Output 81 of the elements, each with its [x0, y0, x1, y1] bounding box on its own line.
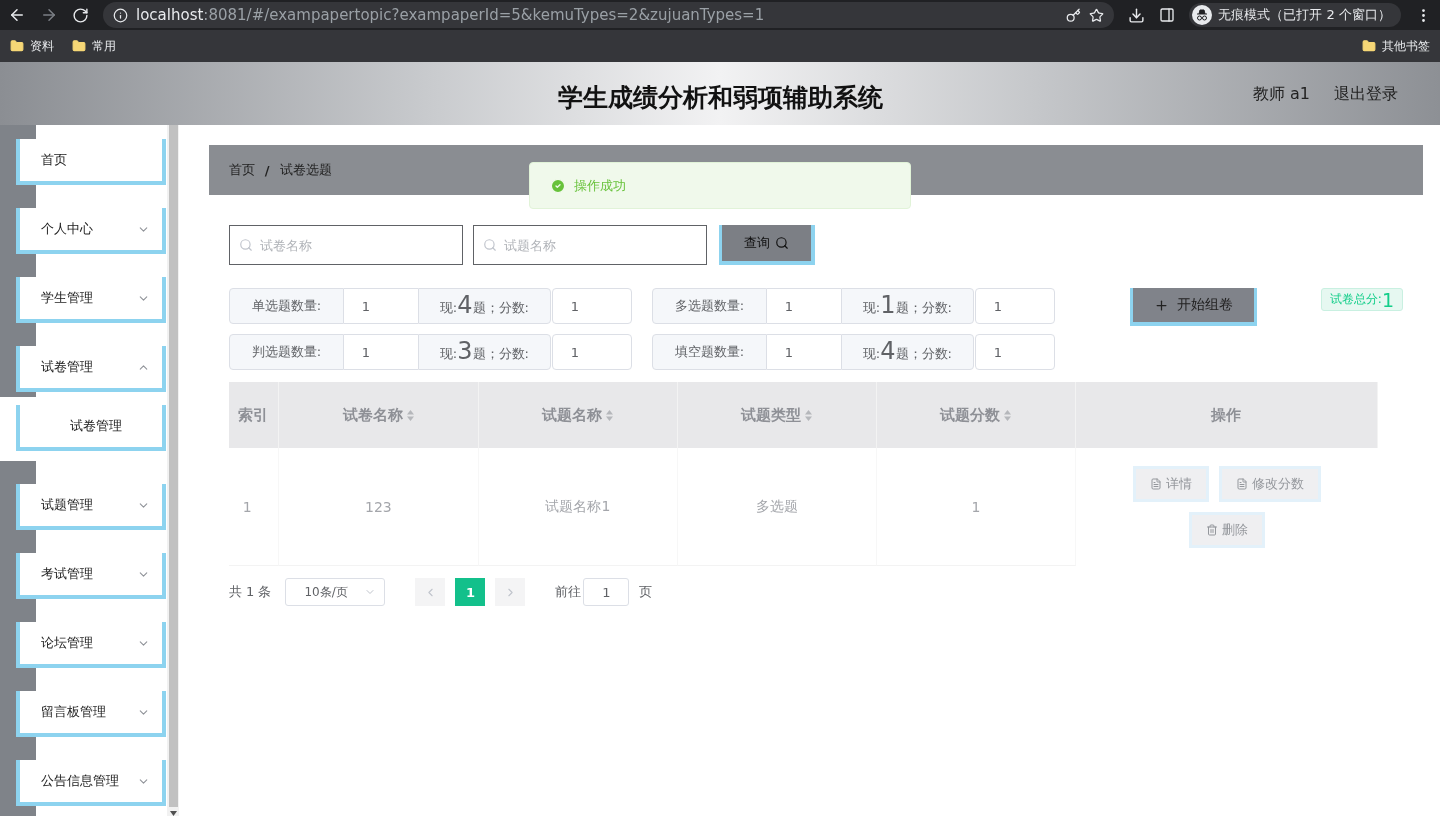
count-input[interactable]: 1 [343, 334, 418, 370]
sidebar-item[interactable]: 考试管理 [16, 553, 166, 599]
sidebar-item[interactable]: 论坛管理 [16, 622, 166, 668]
check-icon [550, 177, 566, 194]
count-input[interactable]: 1 [343, 288, 418, 324]
table-cell: 123 [278, 448, 479, 566]
folder-icon [1362, 39, 1376, 53]
forward-icon[interactable] [40, 6, 58, 24]
table-cell: 1 [876, 448, 1076, 566]
breadcrumb-item[interactable]: 首页 [228, 161, 255, 179]
incognito-icon [1192, 5, 1213, 25]
sort-icon [606, 409, 614, 421]
scroll-down-icon[interactable] [169, 811, 177, 816]
reload-icon[interactable] [72, 6, 89, 24]
sidebar-item[interactable]: 试卷管理 [16, 346, 166, 392]
sort-icon [805, 409, 813, 421]
document-icon [1149, 478, 1162, 490]
score-input[interactable]: 1 [974, 288, 1055, 324]
folder-icon [72, 39, 86, 53]
goto-input[interactable]: 1 [583, 578, 630, 606]
count-label: 单选题数量: [228, 288, 344, 324]
search-field[interactable]: 试卷名称 [228, 225, 463, 265]
current-count: 现:4题；分数: [840, 334, 974, 370]
sort-icon [1004, 409, 1012, 421]
url-text: localhost:8081/#/exampapertopic?exampaperId=5&kemuTypes=2&zujuanTypes=1 [136, 6, 765, 24]
toast-text: 操作成功 [574, 176, 626, 195]
search-icon [774, 236, 789, 250]
sidebar-item[interactable]: 个人中心 [16, 208, 166, 254]
compose-button[interactable]: 开始组卷 [1129, 288, 1257, 326]
current-count: 现:1题；分数: [840, 288, 974, 324]
sidebar-item[interactable]: 试题管理 [16, 484, 166, 530]
download-icon[interactable] [1128, 6, 1146, 24]
search-field[interactable]: 试题名称 [472, 225, 707, 265]
score-input[interactable]: 1 [974, 334, 1055, 370]
table-cell: 1 [228, 448, 279, 566]
search-icon [238, 238, 253, 252]
count-label: 判选题数量: [228, 334, 344, 370]
page-size-select[interactable]: 10条/页 [285, 578, 386, 606]
sidebar-item[interactable]: 留言板管理 [16, 691, 166, 737]
plus-icon [1153, 297, 1169, 313]
scrollbar[interactable] [167, 125, 179, 816]
table-cell: 多选题 [677, 448, 877, 566]
sidebar-item[interactable]: 学生管理 [16, 277, 166, 323]
current-count: 现:3题；分数: [417, 334, 551, 370]
breadcrumb-item: 试卷选题 [279, 161, 332, 179]
incognito-chip[interactable]: 无痕模式（已打开 2 个窗口） [1189, 3, 1401, 27]
count-input[interactable]: 1 [766, 288, 841, 324]
trash-icon [1205, 524, 1218, 536]
goto-label: 前往 [555, 583, 582, 601]
bookmark[interactable]: 其他书签 [1362, 37, 1430, 55]
key-icon[interactable] [1066, 7, 1082, 23]
sidebar-item[interactable]: 首页 [16, 139, 166, 185]
document-icon [1235, 478, 1248, 490]
star-icon[interactable] [1089, 7, 1105, 23]
submenu-item[interactable]: 试卷管理 [16, 405, 166, 451]
sidebar-item[interactable]: 公告信息管理 [16, 760, 166, 806]
column-header: 索引 [228, 382, 279, 448]
logout-link[interactable]: 退出登录 [1334, 84, 1398, 105]
search-icon [482, 238, 497, 252]
back-icon[interactable] [8, 6, 26, 24]
bookmark[interactable]: 常用 [72, 37, 116, 55]
side-panel-icon[interactable] [1159, 7, 1176, 23]
address-bar[interactable]: localhost:8081/#/exampapertopic?exampaperId=5&kemuTypes=2&zujuanTypes=1 [103, 2, 1115, 28]
search-button[interactable]: 查询 [718, 225, 815, 265]
current-count: 现:4题；分数: [417, 288, 551, 324]
score-input[interactable]: 1 [551, 334, 632, 370]
user-name: 教师 a1 [1252, 84, 1310, 105]
sort-icon [406, 409, 414, 421]
site-title: 学生成绩分析和弱项辅助系统 [557, 82, 883, 114]
info-icon [113, 7, 128, 23]
table-cell: 试题名称1 [478, 448, 678, 566]
folder-icon [10, 39, 24, 53]
breadcrumb-separator: / [264, 162, 270, 178]
count-label: 填空题数量: [651, 334, 767, 370]
bookmark[interactable]: 资料 [10, 37, 54, 55]
total-count: 共 1 条 [228, 583, 272, 601]
count-input[interactable]: 1 [766, 334, 841, 370]
score-input[interactable]: 1 [551, 288, 632, 324]
goto-suffix: 页 [639, 583, 653, 601]
count-label: 多选题数量: [651, 288, 767, 324]
column-header: 操作 [1075, 382, 1378, 448]
